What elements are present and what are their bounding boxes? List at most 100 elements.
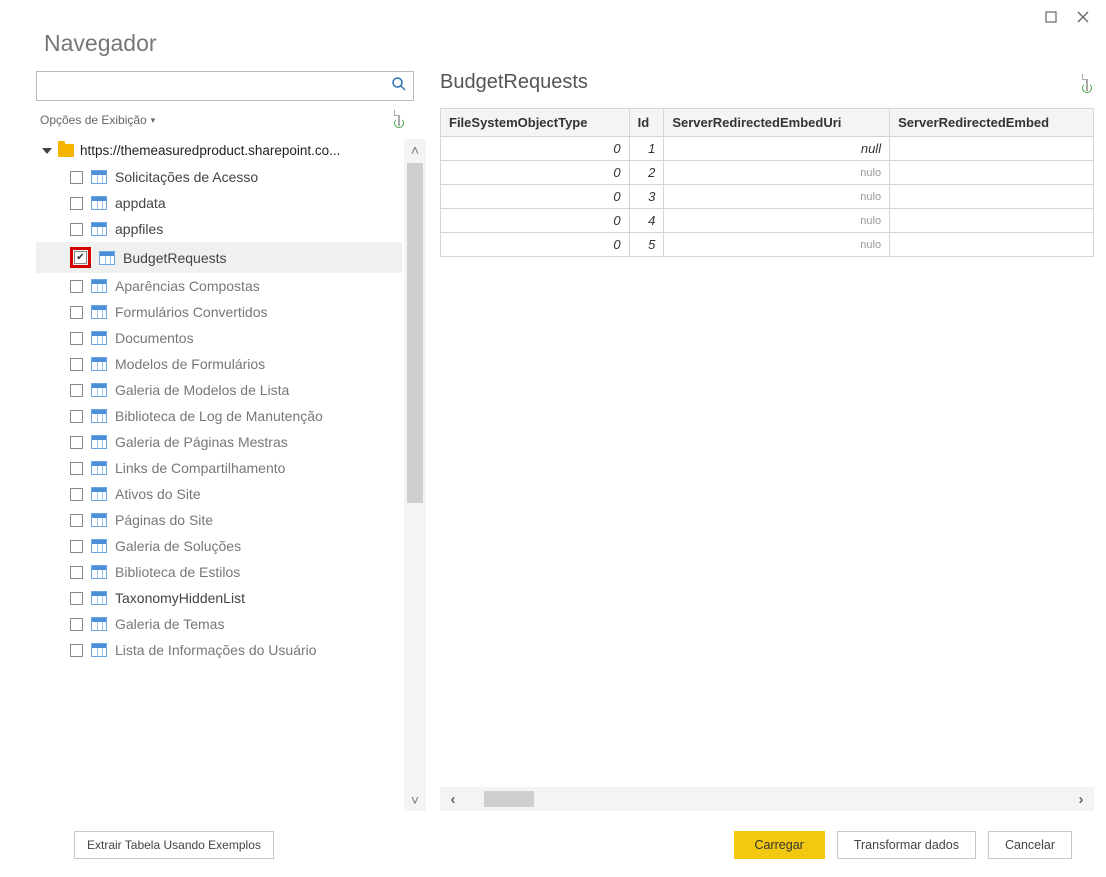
table-row[interactable]: 02nulo — [441, 161, 1094, 185]
tree-item-checkbox[interactable] — [70, 514, 83, 527]
column-header[interactable]: ServerRedirectedEmbedUri — [664, 109, 890, 137]
tree-item-checkbox[interactable] — [70, 566, 83, 579]
tree-item-checkbox[interactable] — [70, 462, 83, 475]
preview-table: FileSystemObjectTypeIdServerRedirectedEm… — [440, 108, 1094, 257]
tree-item[interactable]: Solicitações de Acesso — [36, 164, 402, 190]
tree-item[interactable]: Biblioteca de Log de Manutenção — [36, 403, 402, 429]
transform-data-button[interactable]: Transformar dados — [837, 831, 976, 859]
tree-item[interactable]: Galeria de Temas — [36, 611, 402, 637]
folder-icon — [58, 144, 74, 157]
tree-item-checkbox[interactable] — [74, 251, 87, 264]
search-icon[interactable] — [391, 76, 407, 97]
window-restore-button[interactable] — [1042, 8, 1060, 26]
tree-item-checkbox[interactable] — [70, 436, 83, 449]
tree-scrollbar[interactable]: ˄ ˅ — [404, 139, 426, 811]
cell: 0 — [441, 185, 630, 209]
scroll-up-icon[interactable]: ˄ — [404, 139, 426, 161]
column-header[interactable]: FileSystemObjectType — [441, 109, 630, 137]
cancel-button[interactable]: Cancelar — [988, 831, 1072, 859]
tree-item-checkbox[interactable] — [70, 223, 83, 236]
cell: null — [664, 137, 890, 161]
tree-item[interactable]: BudgetRequests — [36, 242, 402, 273]
tree-item-checkbox[interactable] — [70, 332, 83, 345]
cell: 4 — [629, 209, 664, 233]
table-row[interactable]: 04nulo — [441, 209, 1094, 233]
cell: nulo — [664, 185, 890, 209]
tree-item[interactable]: Galeria de Páginas Mestras — [36, 429, 402, 455]
tree-item[interactable]: Links de Compartilhamento — [36, 455, 402, 481]
table-row[interactable]: 05nulo — [441, 233, 1094, 257]
refresh-tree-button[interactable] — [398, 111, 414, 129]
tree-item[interactable]: Galeria de Modelos de Lista — [36, 377, 402, 403]
cell — [890, 209, 1094, 233]
table-row[interactable]: 03nulo — [441, 185, 1094, 209]
expand-collapse-icon[interactable] — [42, 148, 52, 154]
table-row[interactable]: 01null — [441, 137, 1094, 161]
tree-item-checkbox[interactable] — [70, 592, 83, 605]
cell — [890, 161, 1094, 185]
tree-item-checkbox[interactable] — [70, 644, 83, 657]
table-icon — [91, 222, 107, 236]
cell: nulo — [664, 233, 890, 257]
cell: 1 — [629, 137, 664, 161]
table-icon — [99, 251, 115, 265]
column-header[interactable]: Id — [629, 109, 664, 137]
display-options-button[interactable]: Opções de Exibição ▾ — [40, 113, 155, 127]
refresh-preview-button[interactable] — [1086, 75, 1088, 90]
scroll-right-icon[interactable]: › — [1068, 791, 1094, 808]
navigator-left-pane: Opções de Exibição ▾ https://themeasured… — [36, 71, 426, 811]
tree-item[interactable]: Lista de Informações do Usuário — [36, 637, 402, 663]
tree-item[interactable]: Galeria de Soluções — [36, 533, 402, 559]
column-header[interactable]: ServerRedirectedEmbed — [890, 109, 1094, 137]
tree-item[interactable]: Modelos de Formulários — [36, 351, 402, 377]
highlight-box — [70, 247, 91, 268]
search-input[interactable] — [43, 78, 391, 95]
cell: nulo — [664, 161, 890, 185]
preview-pane: BudgetRequests FileSystemObjectTypeIdSer… — [440, 71, 1094, 811]
window-close-button[interactable] — [1074, 8, 1092, 26]
tree-item-label: Formulários Convertidos — [115, 304, 268, 320]
tree-item[interactable]: Aparências Compostas — [36, 273, 402, 299]
tree-root-node[interactable]: https://themeasuredproduct.sharepoint.co… — [36, 139, 402, 164]
tree-item[interactable]: TaxonomyHiddenList — [36, 585, 402, 611]
tree-item-checkbox[interactable] — [70, 384, 83, 397]
horizontal-scrollbar[interactable]: ‹ › — [440, 787, 1094, 811]
tree-item-label: Galeria de Modelos de Lista — [115, 382, 289, 398]
table-icon — [91, 565, 107, 579]
display-options-label: Opções de Exibição — [40, 113, 147, 127]
tree-item[interactable]: Biblioteca de Estilos — [36, 559, 402, 585]
tree-item-checkbox[interactable] — [70, 306, 83, 319]
cell: 0 — [441, 161, 630, 185]
tree-item-label: appdata — [115, 195, 166, 211]
tree-item[interactable]: Páginas do Site — [36, 507, 402, 533]
scroll-left-icon[interactable]: ‹ — [440, 791, 466, 808]
tree-item[interactable]: Documentos — [36, 325, 402, 351]
tree-item-checkbox[interactable] — [70, 358, 83, 371]
scroll-down-icon[interactable]: ˅ — [404, 789, 426, 811]
scroll-thumb[interactable] — [407, 163, 423, 503]
extract-table-button[interactable]: Extrair Tabela Usando Exemplos — [74, 831, 274, 859]
tree-item[interactable]: Ativos do Site — [36, 481, 402, 507]
table-icon — [91, 513, 107, 527]
tree-item-checkbox[interactable] — [70, 618, 83, 631]
tree-item-checkbox[interactable] — [70, 540, 83, 553]
tree-item-checkbox[interactable] — [70, 171, 83, 184]
table-icon — [91, 357, 107, 371]
load-button[interactable]: Carregar — [734, 831, 825, 859]
navigator-tree[interactable]: https://themeasuredproduct.sharepoint.co… — [36, 139, 404, 811]
search-input-container[interactable] — [36, 71, 414, 101]
table-icon — [91, 435, 107, 449]
cell: 2 — [629, 161, 664, 185]
tree-item-checkbox[interactable] — [70, 410, 83, 423]
table-icon — [91, 461, 107, 475]
table-icon — [91, 383, 107, 397]
tree-item[interactable]: appdata — [36, 190, 402, 216]
tree-item-checkbox[interactable] — [70, 197, 83, 210]
hscroll-thumb[interactable] — [484, 791, 534, 807]
tree-root-label: https://themeasuredproduct.sharepoint.co… — [80, 143, 340, 158]
tree-item-checkbox[interactable] — [70, 488, 83, 501]
tree-item[interactable]: appfiles — [36, 216, 402, 242]
tree-item-checkbox[interactable] — [70, 280, 83, 293]
tree-item[interactable]: Formulários Convertidos — [36, 299, 402, 325]
cell: 3 — [629, 185, 664, 209]
